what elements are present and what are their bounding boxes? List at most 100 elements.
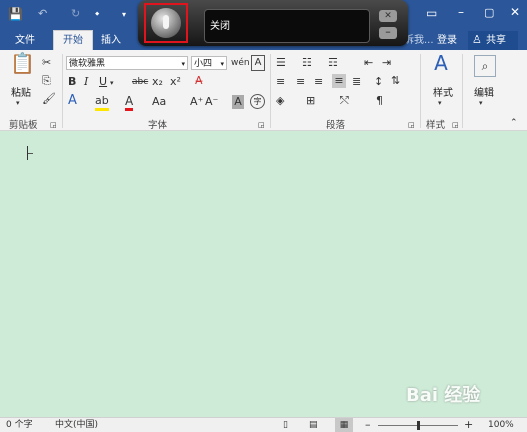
font-name-value: 微软雅黑 xyxy=(69,59,106,69)
restore-icon[interactable]: ▢ xyxy=(484,6,494,20)
show-marks-icon[interactable]: ¶ xyxy=(376,94,383,108)
watermark-logo: Bai 经验 xyxy=(406,385,481,406)
justify-icon[interactable]: ≡ xyxy=(332,74,346,88)
enclose-char-icon[interactable]: 字 xyxy=(250,94,265,109)
group-label-styles: 样式 xyxy=(426,120,446,131)
login-link[interactable]: 登录 xyxy=(437,31,457,50)
paragraph-launcher-icon[interactable]: ◲ xyxy=(408,118,415,132)
align-left-icon[interactable]: ≡ xyxy=(276,75,285,89)
decrease-indent-icon[interactable]: ⇤ xyxy=(364,56,373,70)
tab-home[interactable]: 开始 xyxy=(53,30,93,52)
font-color-button[interactable]: A xyxy=(125,94,134,111)
tab-insert[interactable]: 插入 xyxy=(101,31,121,50)
font-name-combo[interactable]: 微软雅黑 ▾ xyxy=(66,56,188,70)
font-size-value: 小四 xyxy=(194,59,213,69)
borders-icon[interactable]: ⊞ xyxy=(306,94,315,108)
document-area[interactable]: Bai 经验 xyxy=(0,131,527,417)
highlight-icon[interactable]: ab xyxy=(95,94,109,111)
print-layout-icon[interactable]: ▤ xyxy=(309,418,318,432)
margin-mark xyxy=(28,153,33,154)
group-label-font: 字体 xyxy=(148,120,168,131)
grow-font-icon[interactable]: A⁺ xyxy=(190,95,203,109)
chevron-down-icon: ▾ xyxy=(181,60,185,68)
copy-icon[interactable]: ⎘ xyxy=(42,74,51,88)
char-border-icon[interactable]: A xyxy=(251,55,265,71)
touch-mode-icon[interactable]: ⬩ xyxy=(95,6,99,20)
language-indicator[interactable]: 中文(中国) xyxy=(55,418,98,432)
divider xyxy=(462,54,463,128)
divider xyxy=(62,54,63,128)
text-effect-icon[interactable]: A xyxy=(68,94,77,108)
voice-minimize-button[interactable]: – xyxy=(379,26,397,39)
phonetic-guide-icon[interactable]: wén xyxy=(231,56,250,70)
tab-file[interactable]: 文件 xyxy=(15,31,35,50)
underline-dropdown-icon[interactable]: ▾ xyxy=(110,76,114,90)
qat-more-icon[interactable]: ▾ xyxy=(122,8,126,22)
shading-icon[interactable]: ◈ xyxy=(276,94,284,108)
bullets-icon[interactable]: ☰ xyxy=(276,56,286,70)
divider xyxy=(420,54,421,128)
redo-icon[interactable]: ↻ xyxy=(71,7,80,21)
voice-status-panel: 关闭 xyxy=(204,9,370,43)
zoom-in-icon[interactable]: + xyxy=(464,418,473,432)
line-spacing-icon[interactable]: ↕ xyxy=(374,75,383,89)
share-button[interactable]: ♙ 共享 xyxy=(468,31,518,50)
bold-button[interactable]: B xyxy=(68,75,76,89)
align-right-icon[interactable]: ≡ xyxy=(314,75,323,89)
web-layout-icon[interactable]: ▦ xyxy=(335,418,353,432)
change-case-button[interactable]: Aa xyxy=(152,95,166,109)
styles-dropdown-icon[interactable]: ▾ xyxy=(438,96,442,110)
underline-button[interactable]: U xyxy=(99,75,107,89)
paste-label[interactable]: 粘贴 xyxy=(11,84,31,99)
format-painter-icon[interactable]: 🖌 xyxy=(42,92,56,106)
voice-status-text: 关闭 xyxy=(210,21,230,32)
multilevel-list-icon[interactable]: ☶ xyxy=(328,56,338,70)
voice-close-button[interactable]: ✕ xyxy=(379,10,397,22)
shrink-font-icon[interactable]: A⁻ xyxy=(205,95,218,109)
styles-icon[interactable]: A xyxy=(430,53,452,73)
styles-label[interactable]: 样式 xyxy=(433,84,453,99)
edit-label[interactable]: 编辑 xyxy=(474,84,494,99)
zoom-out-icon[interactable]: – xyxy=(365,418,371,432)
group-label-clipboard: 剪贴板 xyxy=(9,120,38,131)
read-mode-icon[interactable]: ▯ xyxy=(283,418,288,432)
word-count[interactable]: 0 个字 xyxy=(6,418,33,432)
group-label-paragraph: 段落 xyxy=(326,120,346,131)
subscript-button[interactable]: x₂ xyxy=(152,75,163,89)
align-center-icon[interactable]: ≡ xyxy=(296,75,305,89)
char-shading-icon[interactable]: A xyxy=(232,95,244,109)
sort-icon[interactable]: ⇅ xyxy=(391,74,400,88)
minimize-icon[interactable]: – xyxy=(458,5,464,19)
ribbon: 📋 粘贴 ▾ ✂ ⎘ 🖌 剪贴板 ◲ 微软雅黑 ▾ 小四 ▾ wén A B I… xyxy=(0,50,527,131)
cut-icon[interactable]: ✂ xyxy=(42,56,51,70)
distribute-icon[interactable]: ≣ xyxy=(352,75,361,89)
italic-button[interactable]: I xyxy=(84,75,88,89)
font-size-combo[interactable]: 小四 ▾ xyxy=(191,56,227,70)
increase-indent-icon[interactable]: ⇥ xyxy=(382,56,391,70)
divider xyxy=(270,54,271,128)
paste-icon[interactable]: 📋 xyxy=(10,53,35,80)
zoom-slider-thumb[interactable] xyxy=(417,421,420,430)
strikethrough-button[interactable]: abc xyxy=(132,75,148,89)
save-icon[interactable]: 💾 xyxy=(8,7,23,21)
zoom-level[interactable]: 100% xyxy=(488,418,514,432)
clear-format-icon[interactable]: A̶ xyxy=(195,74,203,88)
close-icon[interactable]: ✕ xyxy=(510,5,520,19)
voice-input-toolbar: 关闭 ✕ – xyxy=(138,0,408,46)
edit-search-icon[interactable]: ⌕ xyxy=(474,55,496,77)
superscript-button[interactable]: x² xyxy=(170,75,181,89)
clipboard-launcher-icon[interactable]: ◲ xyxy=(50,118,57,132)
numbering-icon[interactable]: ☷ xyxy=(302,56,312,70)
paste-dropdown-icon[interactable]: ▾ xyxy=(16,96,20,110)
undo-icon[interactable]: ↶ xyxy=(38,7,47,21)
share-label: 共享 xyxy=(486,35,506,46)
chevron-down-icon: ▾ xyxy=(220,60,224,68)
styles-launcher-icon[interactable]: ◲ xyxy=(452,118,459,132)
ribbon-display-icon[interactable]: ▭ xyxy=(426,6,437,20)
mic-button[interactable] xyxy=(144,3,188,43)
font-launcher-icon[interactable]: ◲ xyxy=(258,118,265,132)
chinese-layout-icon[interactable]: ⤲ xyxy=(340,94,349,108)
status-bar: 0 个字 中文(中国) ▯ ▤ ▦ – + 100% xyxy=(0,417,527,432)
edit-dropdown-icon[interactable]: ▾ xyxy=(479,96,483,110)
collapse-ribbon-icon[interactable]: ⌃ xyxy=(510,116,518,130)
